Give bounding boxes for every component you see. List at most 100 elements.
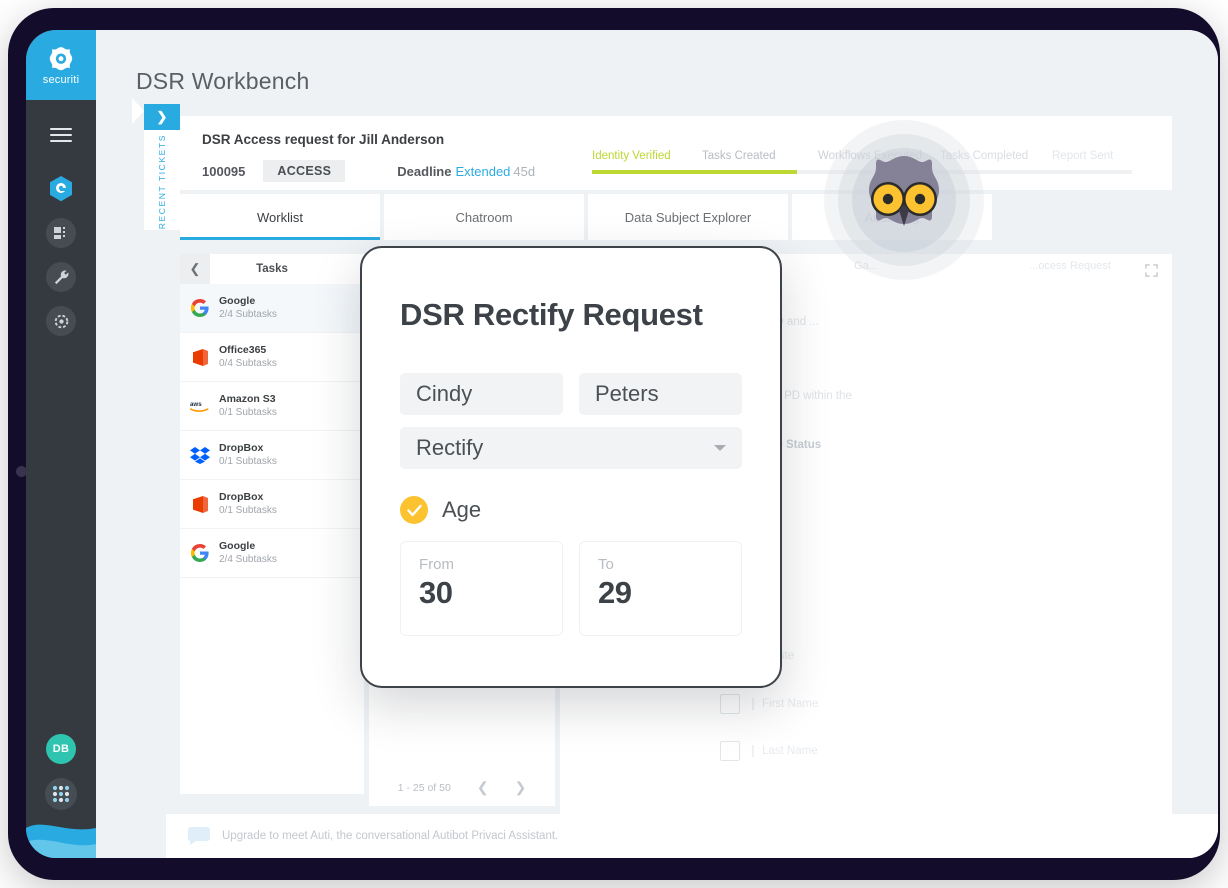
task-subtasks: 2/4 Subtasks	[219, 553, 277, 567]
to-label: To	[598, 556, 741, 573]
tab-worklist-label: Worklist	[257, 210, 303, 225]
svg-text:aws: aws	[190, 401, 202, 408]
task-name: Office365	[219, 343, 277, 357]
task-row[interactable]: Google 2/4 Subtasks	[180, 529, 364, 578]
recent-tickets-label: RECENT TICKETS	[157, 134, 167, 229]
to-value: 29	[598, 575, 741, 611]
rail-pointer	[132, 98, 144, 124]
from-label: From	[419, 556, 562, 573]
task-name: Amazon S3	[219, 392, 277, 406]
task-subtasks: 0/1 Subtasks	[219, 504, 277, 518]
deadline-group: Deadline Extended45d	[397, 164, 535, 179]
hamburger-menu-icon[interactable]	[50, 128, 72, 142]
task-row[interactable]: aws Amazon S3 0/1 Subtasks	[180, 382, 364, 431]
chevron-down-icon	[714, 445, 726, 451]
attribute-label: Age	[442, 497, 481, 523]
chat-bubble-icon[interactable]	[188, 827, 210, 845]
tasks-panel-header: ❮ Tasks	[180, 254, 364, 284]
sidebar-item-privaci[interactable]	[46, 174, 76, 204]
settings-gear-icon	[53, 313, 70, 330]
attribute-row[interactable]: Age	[400, 496, 481, 524]
sidebar-item-settings[interactable]	[46, 306, 76, 336]
google-icon	[190, 543, 210, 563]
google-icon	[190, 298, 210, 318]
last-name-field[interactable]: Peters	[579, 373, 742, 415]
action-select-value: Rectify	[416, 435, 483, 461]
pagination: 1 - 25 of 50 ❮ ❯	[369, 779, 555, 796]
recent-tickets-label-wrap: RECENT TICKETS	[144, 134, 180, 230]
detail-checkbox-row[interactable]: First Name	[720, 694, 818, 714]
task-text-group: Amazon S3 0/1 Subtasks	[219, 392, 277, 420]
checkbox-label: First Name	[752, 698, 818, 710]
task-subtasks: 0/1 Subtasks	[219, 406, 277, 420]
task-subtasks: 0/4 Subtasks	[219, 357, 277, 371]
task-name: Google	[219, 539, 277, 553]
action-select[interactable]: Rectify	[400, 427, 742, 469]
ticket-summary-card: DSR Access request for Jill Anderson 100…	[180, 116, 1172, 190]
sidebar-item-dashboard[interactable]	[46, 218, 76, 248]
checkbox-icon[interactable]	[720, 694, 740, 714]
task-row[interactable]: Google 2/4 Subtasks	[180, 284, 364, 333]
main-content: DSR Workbench ❯ RECENT TICKETS DSR Acces…	[96, 30, 1218, 858]
tab-worklist[interactable]: Worklist	[180, 194, 380, 240]
deadline-days: 45d	[513, 164, 535, 179]
step-tasks-created: Tasks Created	[702, 150, 818, 162]
tablet-screen: securiti	[26, 30, 1218, 858]
check-circle-icon[interactable]	[400, 496, 428, 524]
nav-wave-decoration	[26, 812, 96, 858]
wave-shape-icon	[26, 812, 96, 858]
checkbox-icon[interactable]	[720, 741, 740, 761]
detail-col-3: ...ocess Request	[968, 260, 1172, 272]
task-text-group: DropBox 0/1 Subtasks	[219, 490, 277, 518]
tab-data-subject-explorer-label: Data Subject Explorer	[625, 210, 751, 225]
deadline-label: Deadline	[397, 164, 451, 179]
ticket-title: DSR Access request for Jill Anderson	[202, 132, 444, 147]
tasks-back-button[interactable]: ❮	[180, 254, 210, 284]
tasks-panel: ❮ Tasks Google 2/4 Subtasks	[180, 254, 364, 794]
avatar[interactable]: DB	[46, 734, 76, 764]
aws-icon: aws	[190, 396, 210, 416]
pagination-next-icon[interactable]: ❯	[515, 779, 527, 796]
dashboard-icon	[53, 225, 69, 241]
ticket-meta: 100095 ACCESS DeadlineExtended45d	[202, 160, 535, 182]
tab-chatroom[interactable]: Chatroom	[384, 194, 584, 240]
brand-name: securiti	[43, 74, 79, 86]
step-report-sent: Report Sent	[1052, 150, 1113, 162]
deadline-status[interactable]: Extended	[455, 164, 510, 179]
footer-message: Upgrade to meet Auti, the conversational…	[222, 830, 558, 842]
privaci-hex-icon	[48, 175, 74, 203]
tasks-panel-title: Tasks	[210, 263, 334, 275]
task-text-group: DropBox 0/1 Subtasks	[219, 441, 277, 469]
brand-logo[interactable]: securiti	[26, 30, 96, 100]
task-subtasks: 0/1 Subtasks	[219, 455, 277, 469]
wrench-tools-icon	[53, 269, 70, 286]
recent-tickets-rail: ❯ RECENT TICKETS	[144, 104, 180, 230]
task-row[interactable]: DropBox 0/1 Subtasks	[180, 431, 364, 480]
task-name: Google	[219, 294, 277, 308]
from-value-box[interactable]: From 30	[400, 541, 563, 636]
to-value-box[interactable]: To 29	[579, 541, 742, 636]
sidebar-item-tools[interactable]	[46, 262, 76, 292]
tablet-frame: securiti	[8, 8, 1220, 880]
pagination-prev-icon[interactable]: ❮	[477, 779, 489, 796]
from-value: 30	[419, 575, 562, 611]
tab-data-subject-explorer[interactable]: Data Subject Explorer	[588, 194, 788, 240]
dsr-rectify-request-modal: DSR Rectify Request Cindy Peters Rectify…	[360, 246, 782, 688]
task-row[interactable]: Office365 0/4 Subtasks	[180, 333, 364, 382]
apps-grid-button[interactable]	[45, 778, 77, 810]
ticket-type-badge: ACCESS	[263, 160, 345, 182]
task-name: DropBox	[219, 441, 277, 455]
step-identity-verified: Identity Verified	[592, 150, 702, 162]
apps-grid-icon	[51, 784, 71, 804]
nav-icon-list	[26, 174, 96, 336]
office365-icon	[190, 494, 210, 514]
task-subtasks: 2/4 Subtasks	[219, 308, 277, 322]
task-row[interactable]: DropBox 0/1 Subtasks	[180, 480, 364, 529]
recent-tickets-toggle[interactable]: ❯	[144, 104, 180, 130]
first-name-field[interactable]: Cindy	[400, 373, 563, 415]
detail-checkbox-row[interactable]: Last Name	[720, 741, 818, 761]
checkbox-label: Last Name	[752, 745, 818, 757]
left-nav-sidebar: securiti	[26, 30, 96, 858]
pagination-range: 1 - 25 of 50	[398, 782, 451, 794]
tab-chatroom-label: Chatroom	[455, 210, 512, 225]
